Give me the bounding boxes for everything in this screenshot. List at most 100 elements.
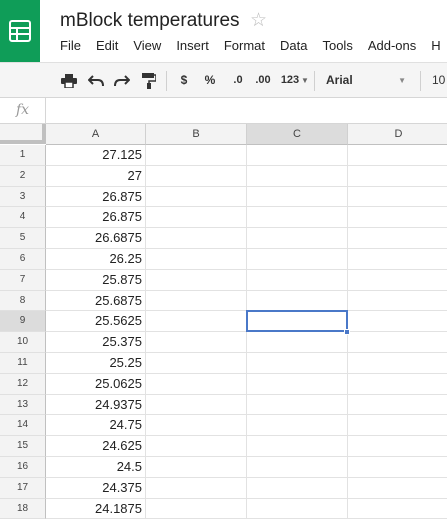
cell-a11[interactable]: 25.25 — [46, 353, 146, 374]
cell-b15[interactable] — [146, 436, 247, 457]
cell-a18[interactable]: 24.1875 — [46, 498, 146, 520]
cell-d7[interactable] — [348, 270, 447, 291]
row-header[interactable]: 7 — [0, 269, 46, 291]
menu-edit[interactable]: Edit — [96, 38, 118, 53]
cell-c13[interactable] — [247, 394, 348, 416]
cell-c9[interactable] — [247, 311, 348, 333]
cell-c18[interactable] — [247, 498, 348, 520]
column-header-a[interactable]: A — [46, 124, 146, 145]
cell-c4[interactable] — [247, 207, 348, 229]
row-header[interactable]: 16 — [0, 457, 46, 478]
star-icon[interactable]: ☆ — [250, 9, 267, 32]
menu-tools[interactable]: Tools — [322, 38, 352, 53]
cell-d6[interactable] — [348, 249, 447, 270]
menu-insert[interactable]: Insert — [176, 38, 209, 53]
paint-format-icon[interactable] — [138, 63, 160, 98]
cell-d11[interactable] — [348, 353, 447, 374]
row-header[interactable]: 4 — [0, 207, 46, 229]
cell-c14[interactable] — [247, 415, 348, 437]
cell-a2[interactable]: 27 — [46, 165, 146, 187]
formula-input[interactable] — [50, 98, 447, 123]
menu-file[interactable]: File — [60, 38, 81, 53]
cell-d5[interactable] — [348, 228, 447, 249]
column-header-d[interactable]: D — [348, 124, 447, 145]
cell-c8[interactable] — [247, 290, 348, 312]
row-header[interactable]: 8 — [0, 290, 46, 312]
cell-d17[interactable] — [348, 478, 447, 499]
select-all-corner[interactable] — [0, 124, 46, 144]
row-header[interactable]: 11 — [0, 353, 46, 374]
row-header[interactable]: 10 — [0, 332, 46, 353]
row-header[interactable]: 15 — [0, 436, 46, 457]
redo-icon[interactable] — [111, 63, 133, 98]
cell-a7[interactable]: 25.875 — [46, 269, 146, 291]
cell-d2[interactable] — [348, 166, 447, 187]
cell-c17[interactable] — [247, 477, 348, 499]
cell-b16[interactable] — [146, 457, 247, 478]
cell-c16[interactable] — [247, 457, 348, 478]
cell-a8[interactable]: 25.6875 — [46, 290, 146, 312]
cell-b7[interactable] — [146, 269, 247, 291]
menu-help[interactable]: H — [431, 38, 440, 53]
cell-d8[interactable] — [348, 291, 447, 312]
cell-a6[interactable]: 26.25 — [46, 249, 146, 270]
cell-a12[interactable]: 25.0625 — [46, 373, 146, 395]
undo-icon[interactable] — [85, 63, 107, 98]
cell-b18[interactable] — [146, 498, 247, 520]
cell-d13[interactable] — [348, 395, 447, 416]
menu-addons[interactable]: Add-ons — [368, 38, 416, 53]
cell-a10[interactable]: 25.375 — [46, 332, 146, 353]
cell-b11[interactable] — [146, 353, 247, 374]
cell-b5[interactable] — [146, 228, 247, 249]
cell-c15[interactable] — [247, 436, 348, 457]
cell-c10[interactable] — [247, 332, 348, 353]
cell-c12[interactable] — [247, 373, 348, 395]
menu-view[interactable]: View — [133, 38, 161, 53]
font-size-select[interactable]: 10 — [432, 63, 447, 98]
cell-b9[interactable] — [146, 311, 247, 333]
row-header[interactable]: 1 — [0, 145, 46, 166]
cell-b1[interactable] — [146, 145, 247, 166]
cell-b8[interactable] — [146, 290, 247, 312]
row-header[interactable]: 12 — [0, 373, 46, 395]
cell-b13[interactable] — [146, 394, 247, 416]
cell-d12[interactable] — [348, 374, 447, 395]
row-header[interactable]: 2 — [0, 165, 46, 187]
sheets-logo[interactable] — [0, 0, 40, 62]
cell-b12[interactable] — [146, 373, 247, 395]
more-formats-button[interactable]: 123 — [277, 63, 303, 98]
cell-a16[interactable]: 24.5 — [46, 457, 146, 478]
cell-d15[interactable] — [348, 436, 447, 457]
cell-b6[interactable] — [146, 249, 247, 270]
cell-a15[interactable]: 24.625 — [46, 436, 146, 457]
menu-format[interactable]: Format — [224, 38, 265, 53]
row-header[interactable]: 6 — [0, 249, 46, 270]
cell-b2[interactable] — [146, 165, 247, 187]
cell-a4[interactable]: 26.875 — [46, 207, 146, 229]
cell-a1[interactable]: 27.125 — [46, 145, 146, 166]
document-title[interactable]: mBlock temperatures — [60, 10, 240, 32]
cell-b3[interactable] — [146, 186, 247, 208]
cell-b10[interactable] — [146, 332, 247, 353]
increase-decimal-button[interactable]: .00 — [251, 63, 275, 98]
cell-d3[interactable] — [348, 187, 447, 208]
cell-a9[interactable]: 25.5625 — [46, 311, 146, 333]
cell-c6[interactable] — [247, 249, 348, 270]
print-icon[interactable] — [58, 63, 80, 98]
row-header[interactable]: 13 — [0, 394, 46, 416]
row-header[interactable]: 9 — [0, 311, 46, 333]
cell-c7[interactable] — [247, 269, 348, 291]
column-header-b[interactable]: B — [146, 124, 247, 145]
cell-c11[interactable] — [247, 353, 348, 374]
decrease-decimal-button[interactable]: .0 — [227, 63, 249, 98]
cell-a13[interactable]: 24.9375 — [46, 394, 146, 416]
row-header[interactable]: 14 — [0, 415, 46, 437]
cell-a5[interactable]: 26.6875 — [46, 228, 146, 249]
row-header[interactable]: 18 — [0, 498, 46, 520]
cell-b4[interactable] — [146, 207, 247, 229]
fill-handle[interactable] — [344, 329, 350, 336]
cell-d9[interactable] — [348, 311, 447, 333]
cell-d10[interactable] — [348, 332, 447, 353]
column-header-c[interactable]: C — [247, 124, 348, 145]
menu-data[interactable]: Data — [280, 38, 307, 53]
